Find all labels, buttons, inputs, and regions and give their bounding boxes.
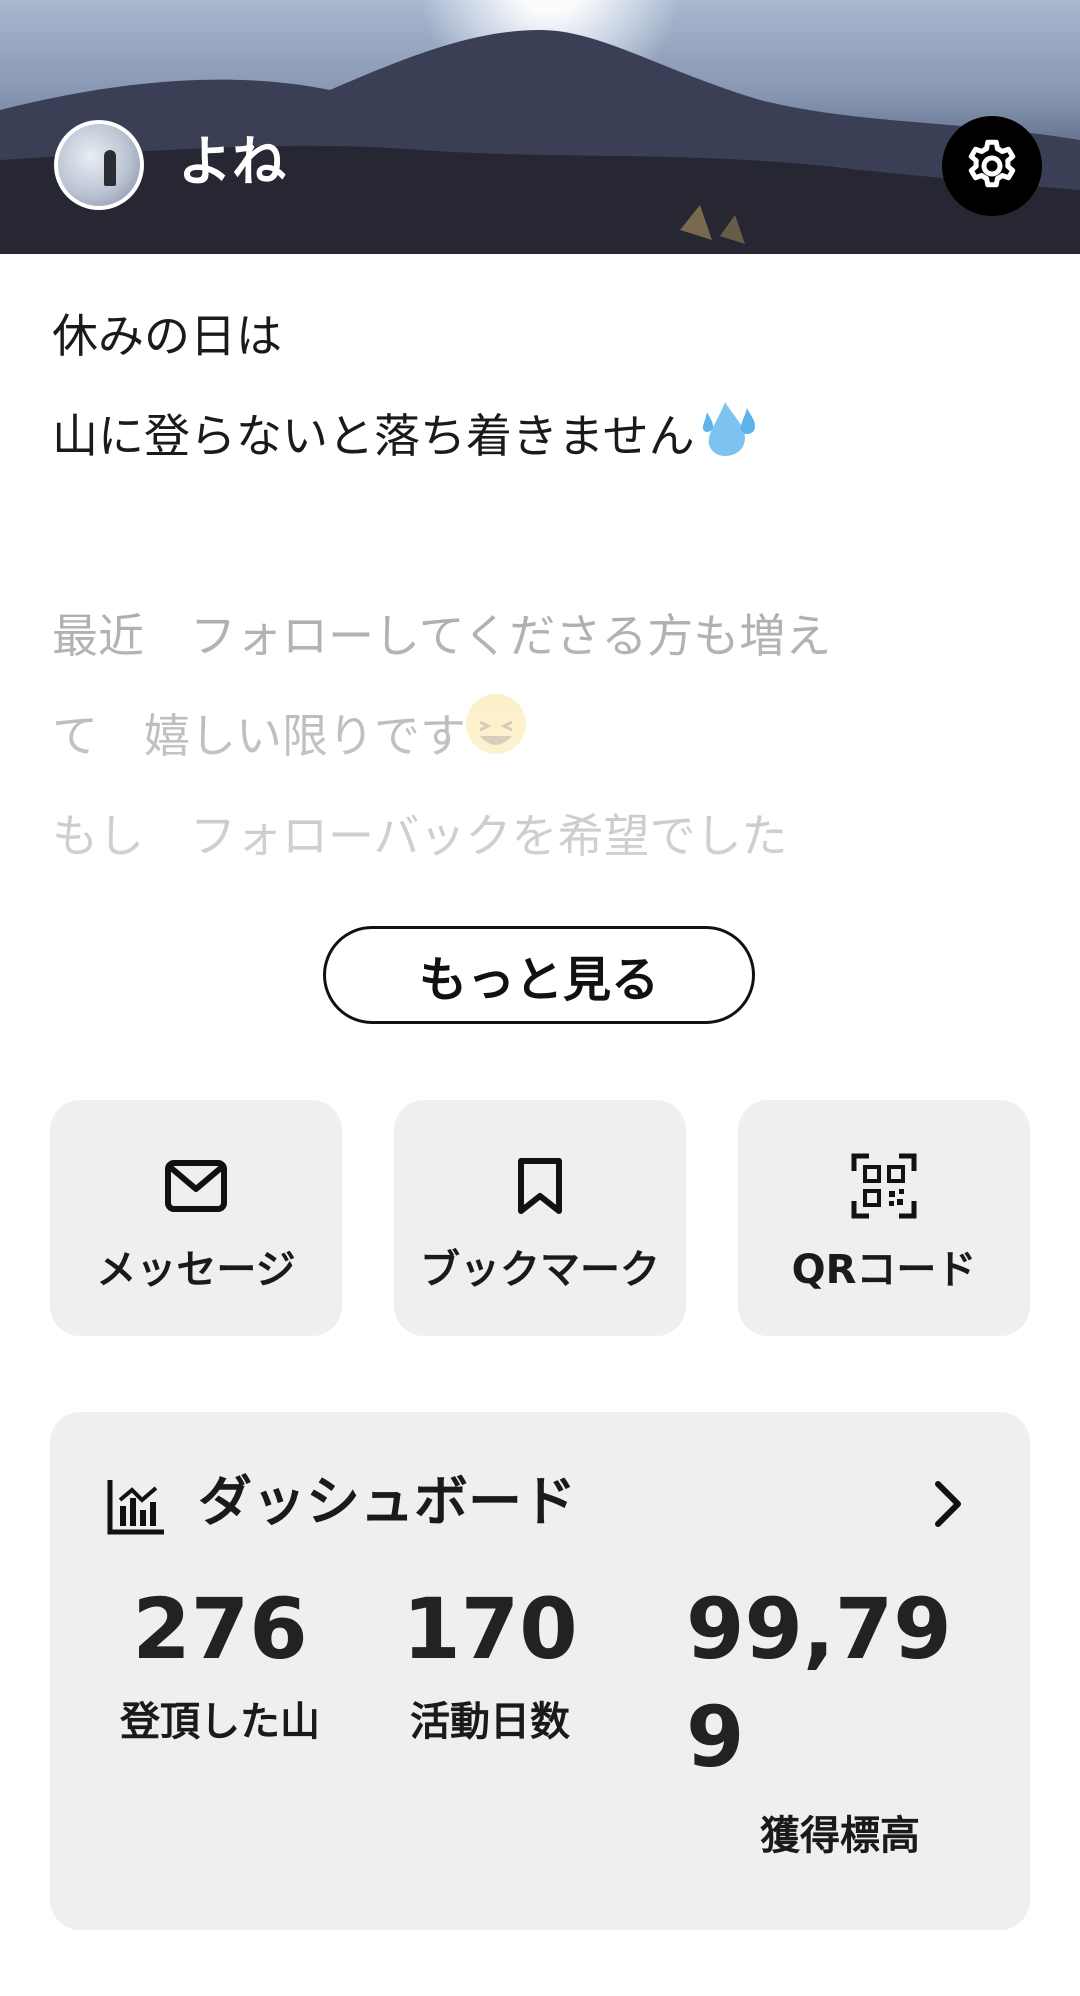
bio-line: 休みの日は — [52, 309, 282, 363]
profile-bio: 休みの日は 山に登らないと落ち着きません 最近 フォローしてくださる方も増え て… — [52, 286, 1032, 886]
bio-line-text: 山に登らないと落ち着きません — [52, 409, 695, 463]
elevation-gain-count-line2: 9 — [686, 1688, 745, 1786]
bar-chart-icon — [107, 1480, 164, 1535]
dashboard-card[interactable]: ダッシュボード 276 登頂した山 170 活動日数 99,79 9 獲得標高 — [50, 1412, 1030, 1930]
bio-line: もし フォローバックを希望でした — [52, 809, 788, 863]
summits-label: 登頂した山 — [120, 1699, 320, 1745]
bio-line: て 嬉しい限りです — [52, 686, 1032, 786]
avatar[interactable] — [54, 120, 144, 210]
bio-line — [52, 486, 1032, 586]
bio-line-text: て 嬉しい限りです — [52, 709, 466, 763]
mail-icon — [162, 1152, 230, 1220]
sweat-drops-emoji-icon — [695, 392, 759, 456]
bio-line: 最近 フォローしてくださる方も増え — [52, 609, 832, 663]
bookmark-icon — [506, 1152, 574, 1220]
chevron-right-icon[interactable] — [920, 1476, 976, 1532]
profile-header: よね — [0, 0, 1080, 254]
qr-code-icon — [850, 1152, 918, 1220]
elevation-gain-count-line1: 99,79 — [686, 1580, 952, 1678]
elevation-gain-label: 獲得標高 — [760, 1813, 920, 1859]
show-more-button[interactable]: もっと見る — [323, 926, 755, 1024]
gear-icon — [968, 139, 1016, 188]
qr-code-label: QRコード — [791, 1247, 977, 1293]
settings-button[interactable] — [942, 116, 1042, 216]
summits-count: 276 — [132, 1580, 308, 1678]
bookmark-button[interactable]: ブックマーク — [394, 1100, 686, 1336]
activity-days-label: 活動日数 — [410, 1699, 570, 1745]
avatar-figure — [104, 150, 116, 186]
username: よね — [178, 130, 286, 193]
laughing-emoji-icon — [466, 694, 526, 754]
message-label: メッセージ — [96, 1247, 296, 1293]
dashboard-title: ダッシュボード — [198, 1470, 576, 1533]
bio-line: 山に登らないと落ち着きません — [52, 386, 1032, 486]
message-button[interactable]: メッセージ — [50, 1100, 342, 1336]
bio-cutoff-text — [54, 252, 574, 262]
header-mountain-photo — [0, 30, 1080, 254]
qr-code-button[interactable]: QRコード — [738, 1100, 1030, 1336]
activity-days-count: 170 — [402, 1580, 578, 1678]
bookmark-label: ブックマーク — [420, 1247, 660, 1293]
